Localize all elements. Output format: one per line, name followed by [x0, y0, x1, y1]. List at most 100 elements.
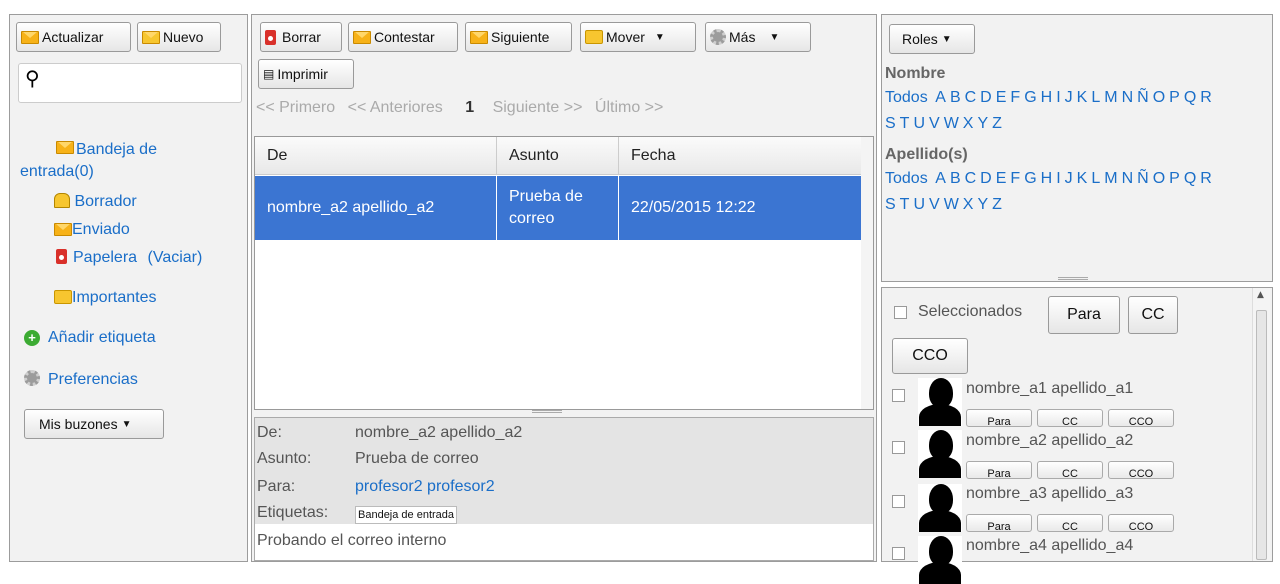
letter-p[interactable]: P [1169, 89, 1180, 106]
letter-o[interactable]: O [1153, 170, 1165, 187]
letter-b[interactable]: B [950, 170, 961, 187]
letter-h[interactable]: H [1041, 89, 1053, 106]
my-mailboxes-button[interactable]: Mis buzones ▼ [24, 409, 164, 439]
letter-all[interactable]: Todos [885, 170, 928, 187]
letter-m[interactable]: M [1104, 89, 1117, 106]
scroll-up-icon[interactable]: ▲ [1257, 290, 1264, 300]
letter-ñ[interactable]: Ñ [1137, 89, 1149, 106]
letter-g[interactable]: G [1024, 170, 1036, 187]
letter-n[interactable]: N [1122, 89, 1134, 106]
next-button[interactable]: Siguiente [465, 22, 572, 52]
scrollbar[interactable]: ▲ [1252, 288, 1270, 561]
letter-f[interactable]: F [1010, 170, 1020, 187]
user-to-button[interactable]: Para [966, 461, 1032, 479]
letter-r[interactable]: R [1200, 170, 1212, 187]
pager-prev[interactable]: << Anteriores [348, 99, 443, 116]
letter-c[interactable]: C [965, 170, 977, 187]
letter-l[interactable]: L [1091, 89, 1100, 106]
new-button[interactable]: Nuevo [137, 22, 221, 52]
letter-i[interactable]: I [1056, 89, 1060, 106]
letter-l[interactable]: L [1091, 170, 1100, 187]
pager-next[interactable]: Siguiente >> [493, 99, 583, 116]
letter-j[interactable]: J [1065, 89, 1073, 106]
refresh-button[interactable]: Actualizar [16, 22, 131, 52]
letter-b[interactable]: B [950, 89, 961, 106]
letter-k[interactable]: K [1077, 89, 1088, 106]
folder-inbox[interactable]: Bandeja de entrada(0) [20, 139, 200, 183]
split-handle-roles[interactable] [1058, 277, 1088, 280]
letter-i[interactable]: I [1056, 170, 1060, 187]
letter-p[interactable]: P [1169, 170, 1180, 187]
letter-y[interactable]: Y [977, 115, 988, 132]
delete-button[interactable]: Borrar [260, 22, 342, 52]
folder-trash[interactable]: Papelera (Vaciar) [56, 249, 202, 267]
search-field[interactable]: ⚲ [18, 63, 242, 103]
letter-x[interactable]: X [963, 115, 974, 132]
column-header-date[interactable]: Fecha [619, 137, 861, 175]
reply-button[interactable]: Contestar [348, 22, 458, 52]
letter-d[interactable]: D [980, 170, 992, 187]
letter-n[interactable]: N [1122, 170, 1134, 187]
user-bcc-button[interactable]: CCO [1108, 514, 1174, 532]
user-cc-button[interactable]: CC [1037, 461, 1103, 479]
letter-x[interactable]: X [963, 196, 974, 213]
folder-sent[interactable]: Enviado [54, 221, 130, 239]
scrollbar-thumb[interactable] [1256, 310, 1267, 560]
to-button[interactable]: Para [1048, 296, 1120, 334]
user-bcc-button[interactable]: CCO [1108, 409, 1174, 427]
letter-f[interactable]: F [1010, 89, 1020, 106]
detail-to-value[interactable]: profesor2 profesor2 [355, 478, 495, 496]
empty-trash-link[interactable]: (Vaciar) [148, 249, 203, 266]
letter-o[interactable]: O [1153, 89, 1165, 106]
more-button[interactable]: Más ▼ [705, 22, 811, 52]
user-to-button[interactable]: Para [966, 514, 1032, 532]
letter-ñ[interactable]: Ñ [1137, 170, 1149, 187]
cc-button[interactable]: CC [1128, 296, 1178, 334]
letter-q[interactable]: Q [1184, 170, 1196, 187]
user-checkbox[interactable] [892, 547, 905, 560]
letter-k[interactable]: K [1077, 170, 1088, 187]
letter-s[interactable]: S [885, 115, 896, 132]
user-checkbox[interactable] [892, 495, 905, 508]
letter-q[interactable]: Q [1184, 89, 1196, 106]
split-handle[interactable] [532, 410, 562, 413]
letter-t[interactable]: T [900, 196, 910, 213]
letter-w[interactable]: W [944, 196, 959, 213]
letter-t[interactable]: T [900, 115, 910, 132]
bcc-button[interactable]: CCO [892, 338, 968, 374]
scrollbar-track[interactable] [861, 137, 873, 409]
letter-r[interactable]: R [1200, 89, 1212, 106]
letter-y[interactable]: Y [977, 196, 988, 213]
tag-chip[interactable]: Bandeja de entrada [355, 506, 458, 524]
letter-s[interactable]: S [885, 196, 896, 213]
letter-all[interactable]: Todos [885, 89, 928, 106]
user-checkbox[interactable] [892, 389, 905, 402]
folder-important[interactable]: Importantes [54, 289, 156, 307]
selected-checkbox[interactable] [894, 306, 907, 319]
letter-u[interactable]: U [913, 115, 925, 132]
pager-first[interactable]: << Primero [256, 99, 335, 116]
letter-h[interactable]: H [1041, 170, 1053, 187]
letter-d[interactable]: D [980, 89, 992, 106]
user-to-button[interactable]: Para [966, 409, 1032, 427]
letter-v[interactable]: V [929, 115, 940, 132]
table-row[interactable]: nombre_a2 apellido_a2 Prueba de correo 2… [255, 176, 861, 240]
preferences-link[interactable]: Preferencias [24, 370, 138, 389]
letter-a[interactable]: A [935, 170, 946, 187]
roles-button[interactable]: Roles ▼ [889, 24, 975, 54]
column-header-from[interactable]: De [255, 137, 497, 175]
letter-u[interactable]: U [913, 196, 925, 213]
letter-c[interactable]: C [965, 89, 977, 106]
add-label-link[interactable]: + Añadir etiqueta [24, 329, 156, 347]
letter-m[interactable]: M [1104, 170, 1117, 187]
folder-drafts[interactable]: Borrador [54, 193, 137, 211]
letter-w[interactable]: W [944, 115, 959, 132]
user-cc-button[interactable]: CC [1037, 409, 1103, 427]
letter-z[interactable]: Z [992, 115, 1002, 132]
letter-a[interactable]: A [935, 89, 946, 106]
move-button[interactable]: Mover ▼ [580, 22, 696, 52]
search-input[interactable] [43, 68, 233, 96]
letter-e[interactable]: E [996, 170, 1007, 187]
column-header-subject[interactable]: Asunto [497, 137, 619, 175]
letter-v[interactable]: V [929, 196, 940, 213]
